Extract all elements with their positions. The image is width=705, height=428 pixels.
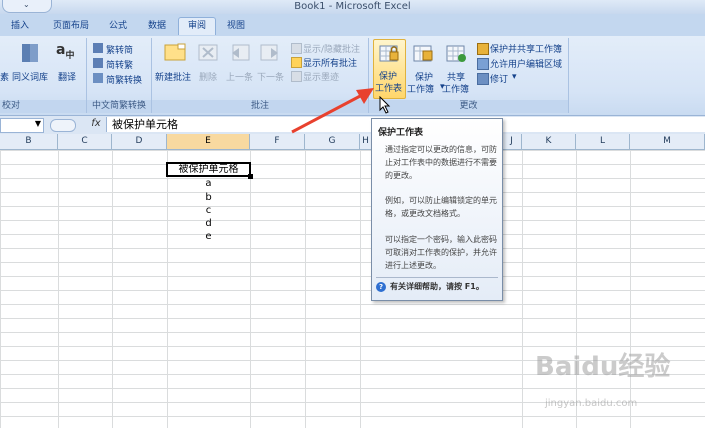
protect-workbook-icon bbox=[413, 43, 434, 63]
grid-line bbox=[522, 150, 523, 428]
translate-icon: a中 bbox=[56, 42, 75, 61]
watermark-logo: Baidu经验 bbox=[535, 352, 671, 382]
thesaurus-button[interactable]: 同义词库 bbox=[12, 70, 48, 83]
thesaurus-icon bbox=[20, 42, 40, 64]
tooltip-paragraph: 通过指定可以更改的信息，可防止对工作表中的数据进行不需要的更改。 bbox=[385, 145, 497, 180]
simp-to-trad-button[interactable]: 简转繁 bbox=[106, 58, 133, 71]
column-headers: B C D E F G H J K L M bbox=[0, 134, 705, 150]
tooltip-title: 保护工作表 bbox=[378, 128, 424, 138]
group-chinese-conversion: 繁转简 简转繁 简繁转换 中文简繁转换 bbox=[87, 38, 152, 113]
column-header-c[interactable]: C bbox=[58, 134, 112, 149]
formula-bar-resize-handle[interactable] bbox=[50, 119, 76, 132]
show-all-comments-button[interactable]: 显示所有批注 bbox=[303, 56, 357, 69]
simplified-to-traditional-icon bbox=[93, 58, 103, 68]
show-hide-comment-icon bbox=[291, 43, 302, 54]
share-workbook-label-2[interactable]: 工作簿 bbox=[442, 82, 469, 95]
help-icon: ? bbox=[376, 282, 386, 292]
tooltip-divider bbox=[376, 277, 498, 278]
research-button[interactable]: 素 bbox=[0, 70, 9, 83]
trad-to-simp-button[interactable]: 繁转简 bbox=[106, 43, 133, 56]
show-ink-button[interactable]: 显示墨迹 bbox=[303, 70, 339, 83]
annotation-arrow bbox=[291, 88, 374, 134]
cell[interactable]: e bbox=[167, 230, 250, 244]
protect-workbook-label-2[interactable]: 工作簿 bbox=[407, 82, 434, 95]
tab-data[interactable]: 数据 bbox=[140, 18, 174, 35]
column-header-e[interactable]: E bbox=[167, 134, 250, 149]
new-comment-icon bbox=[164, 43, 186, 63]
column-header-k[interactable]: K bbox=[522, 134, 576, 149]
conversion-icon bbox=[93, 73, 103, 83]
column-header-f[interactable]: F bbox=[250, 134, 305, 149]
grid-line bbox=[360, 150, 361, 428]
column-header-j[interactable]: J bbox=[502, 134, 522, 149]
column-header-d[interactable]: D bbox=[112, 134, 167, 149]
previous-comment-icon bbox=[230, 43, 250, 63]
group-label-proofing: 校对 bbox=[0, 100, 86, 113]
group-proofing: 素 同义词库 a中 翻译 校对 bbox=[0, 38, 87, 113]
worksheet-grid[interactable] bbox=[0, 150, 705, 428]
ribbon-tab-bar: 插入 页面布局 公式 数据 审阅 视图 bbox=[0, 14, 705, 37]
allow-edit-ranges-button[interactable]: 允许用户编辑区域 bbox=[490, 57, 562, 70]
group-label-chinese-conversion: 中文简繁转换 bbox=[87, 100, 151, 113]
cell[interactable]: d bbox=[167, 217, 250, 231]
window-title: Book1 - Microsoft Excel bbox=[294, 1, 411, 12]
mouse-cursor-icon bbox=[379, 96, 391, 114]
column-header-l[interactable]: L bbox=[576, 134, 630, 149]
grid-line bbox=[305, 150, 306, 428]
grid-line bbox=[250, 150, 251, 428]
tooltip-help-text: 有关详细帮助，请按 F1。 bbox=[390, 282, 484, 291]
grid-line bbox=[576, 150, 577, 428]
cell[interactable]: a bbox=[167, 177, 250, 191]
show-hide-comment-button[interactable]: 显示/隐藏批注 bbox=[303, 42, 360, 55]
tab-view[interactable]: 视图 bbox=[220, 18, 252, 35]
column-header-b[interactable]: B bbox=[0, 134, 58, 149]
share-workbook-icon bbox=[446, 43, 467, 63]
tooltip-paragraph: 例如，可以防止编辑锁定的单元格，或更改文档格式。 bbox=[385, 196, 497, 218]
dropdown-arrow-icon[interactable]: ▾ bbox=[512, 72, 517, 82]
tab-page-layout[interactable]: 页面布局 bbox=[46, 18, 96, 35]
delete-comment-button[interactable]: 删除 bbox=[199, 70, 217, 83]
next-comment-icon bbox=[260, 43, 280, 63]
traditional-to-simplified-icon bbox=[93, 43, 103, 53]
insert-function-button[interactable]: fx bbox=[86, 118, 106, 131]
track-changes-icon bbox=[477, 73, 489, 85]
new-comment-button[interactable]: 新建批注 bbox=[155, 70, 191, 83]
tooltip-help: ? 有关详细帮助，请按 F1。 bbox=[376, 281, 484, 292]
group-label-changes: 更改 bbox=[369, 100, 568, 113]
tab-formulas[interactable]: 公式 bbox=[100, 18, 136, 35]
watermark-url: jingyan.baidu.com bbox=[545, 398, 638, 409]
simp-trad-convert-button[interactable]: 简繁转换 bbox=[106, 73, 142, 86]
previous-comment-button[interactable]: 上一条 bbox=[226, 70, 253, 83]
name-box[interactable]: ▼ bbox=[0, 118, 44, 133]
tooltip-paragraph: 可以指定一个密码，输入此密码可取消对工作表的保护，并允许进行上述更改。 bbox=[385, 235, 497, 270]
group-changes: 保护 工作表 保护 工作簿 ▾ 共享 工作簿 保护并共享工作簿 允许用户编辑区域… bbox=[369, 38, 569, 113]
show-all-comments-icon bbox=[291, 57, 302, 68]
delete-comment-icon bbox=[198, 43, 218, 63]
cell[interactable]: c bbox=[167, 204, 250, 218]
dropdown-arrow-icon[interactable]: ▼ bbox=[35, 119, 41, 128]
protect-sheet-icon bbox=[379, 43, 400, 63]
active-cell[interactable]: 被保护单元格 bbox=[166, 162, 251, 177]
track-changes-button[interactable]: 修订 bbox=[490, 72, 508, 85]
allow-edit-ranges-icon bbox=[477, 58, 489, 70]
column-header-g[interactable]: G bbox=[305, 134, 360, 149]
protect-share-icon bbox=[477, 43, 489, 55]
show-ink-icon bbox=[291, 71, 302, 82]
protect-share-workbook-button[interactable]: 保护并共享工作簿 bbox=[490, 42, 562, 55]
column-header-m[interactable]: M bbox=[630, 134, 705, 149]
grid-line bbox=[112, 150, 113, 428]
grid-line bbox=[58, 150, 59, 428]
cell[interactable]: b bbox=[167, 191, 250, 205]
next-comment-button[interactable]: 下一条 bbox=[257, 70, 284, 83]
tab-insert[interactable]: 插入 bbox=[4, 18, 36, 35]
protect-sheet-tooltip: 保护工作表 通过指定可以更改的信息，可防止对工作表中的数据进行不需要的更改。 例… bbox=[371, 118, 503, 301]
translate-button[interactable]: 翻译 bbox=[58, 70, 76, 83]
tab-review[interactable]: 审阅 bbox=[178, 17, 216, 35]
grid-line bbox=[630, 150, 631, 428]
